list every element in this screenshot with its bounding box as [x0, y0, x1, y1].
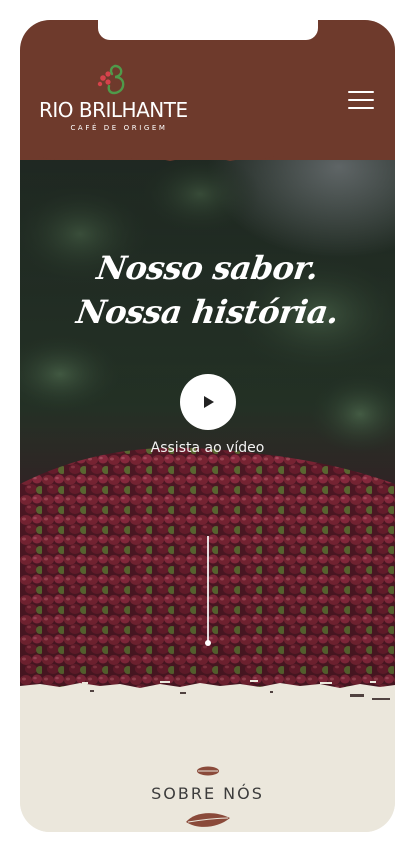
hamburger-menu-icon-line	[348, 99, 374, 101]
hero-torn-edge	[20, 680, 395, 722]
brand-name: RIO BRILHANTE	[39, 98, 188, 122]
hero-title: Nosso sabor. Nossa história.	[20, 246, 395, 334]
about-title: SOBRE NÓS	[151, 784, 264, 803]
scroll-indicator-dot	[205, 640, 211, 646]
play-video-button[interactable]	[180, 374, 236, 430]
coffee-branch-logo-icon	[97, 64, 125, 95]
hamburger-menu-icon	[348, 91, 374, 93]
hero-title-line-2: Nossa história.	[74, 293, 341, 331]
brand-logo[interactable]: RIO BRILHANTE CAFÉ DE ORIGEM	[39, 64, 199, 134]
phone-screen: RIO BRILHANTE CAFÉ DE ORIGEM Nosso sabor…	[20, 20, 395, 832]
hero-section: Nosso sabor. Nossa história. Assista ao …	[20, 154, 395, 710]
scroll-down-indicator	[207, 536, 209, 644]
watch-video-label[interactable]: Assista ao vídeo	[20, 440, 395, 456]
header-torn-edge	[20, 148, 395, 161]
menu-button[interactable]	[342, 86, 376, 114]
hamburger-menu-icon-line	[348, 107, 374, 109]
play-icon	[204, 396, 214, 408]
site-header: RIO BRILHANTE CAFÉ DE ORIGEM	[20, 20, 395, 160]
hero-title-line-1: Nosso sabor.	[94, 249, 321, 287]
coffee-leaf-icon	[197, 766, 219, 776]
coffee-leaf-decoration-icon	[186, 813, 230, 827]
device-notch	[98, 20, 318, 40]
brand-tagline: CAFÉ DE ORIGEM	[70, 124, 168, 132]
